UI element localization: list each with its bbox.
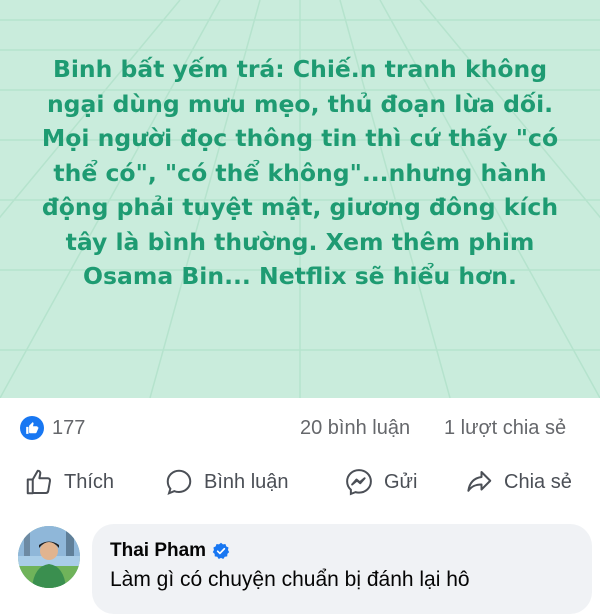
send-button[interactable]: Gửi <box>344 462 417 502</box>
divider <box>0 512 600 513</box>
messenger-icon <box>346 469 372 496</box>
share-icon <box>467 471 492 492</box>
avatar[interactable] <box>18 526 80 588</box>
share-label: Chia sẻ <box>504 470 572 493</box>
comment-label: Bình luận <box>204 470 289 493</box>
like-label: Thích <box>64 470 115 493</box>
send-label: Gửi <box>384 470 418 493</box>
comment-author[interactable]: Thai Pham <box>110 540 230 562</box>
post-background: Binh bất yếm trá: Chiế.n tranh không ngạ… <box>0 0 600 398</box>
like-icon[interactable] <box>20 416 44 440</box>
avatar-image <box>18 526 80 588</box>
post-text: Binh bất yếm trá: Chiế.n tranh không ngạ… <box>41 55 559 290</box>
share-button[interactable]: Chia sẻ <box>464 462 572 502</box>
comment-button[interactable]: Bình luận <box>164 462 289 502</box>
shares-count[interactable]: 1 lượt chia sẻ <box>444 416 566 440</box>
reaction-count[interactable]: 177 <box>52 416 85 440</box>
thumbs-up-icon <box>26 469 52 495</box>
like-button[interactable]: Thích <box>24 462 114 502</box>
comment-author-name[interactable]: Thai Pham <box>110 540 206 562</box>
comments-count[interactable]: 20 bình luận <box>300 416 410 440</box>
comment-text: Làm gì có chuyện chuẩn bị đánh lại hô <box>110 568 470 591</box>
verified-badge-icon <box>212 542 230 559</box>
comment-icon <box>166 469 192 495</box>
